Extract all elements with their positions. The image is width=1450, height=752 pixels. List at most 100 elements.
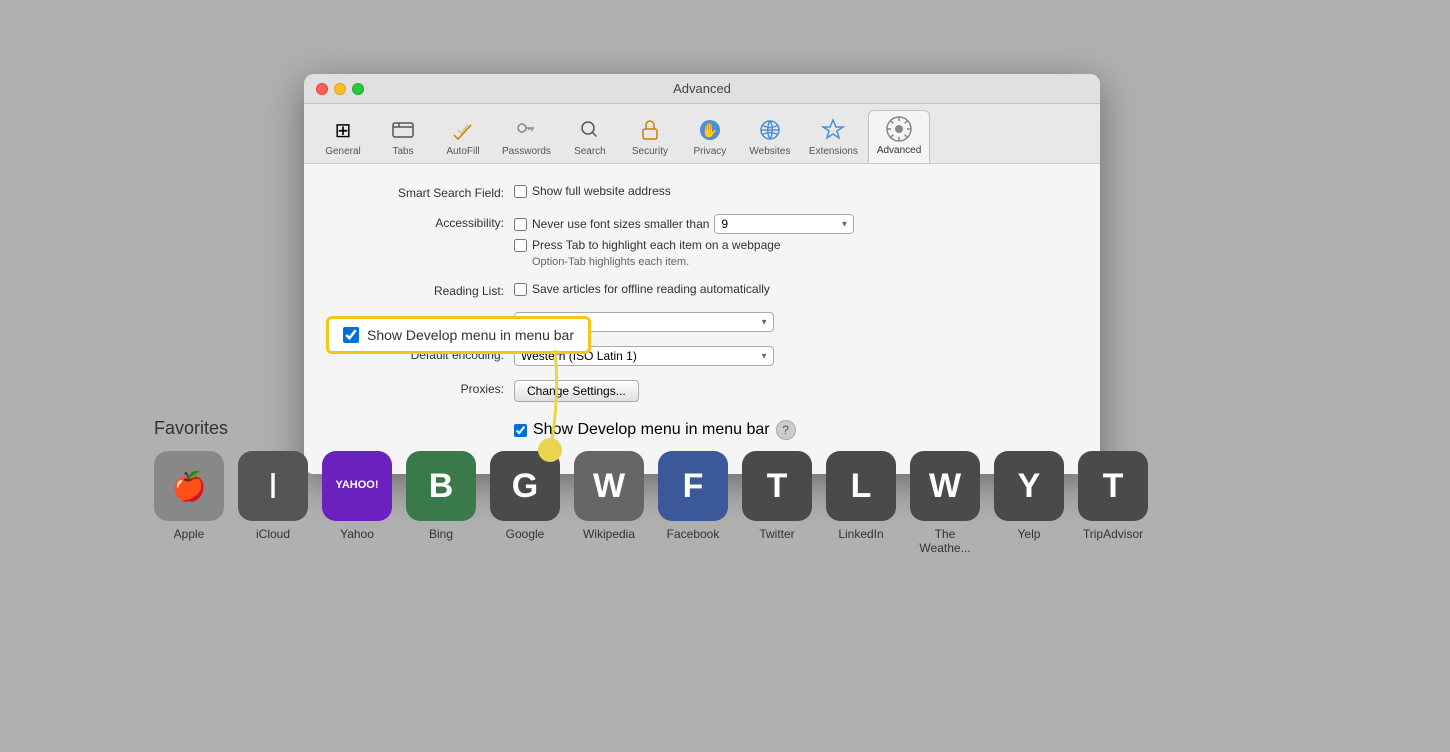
proxies-label: Proxies: (334, 380, 514, 396)
fav-yelp[interactable]: Y Yelp (994, 451, 1064, 555)
reading-list-option[interactable]: Save articles for offline reading automa… (514, 282, 770, 296)
reading-list-control: Save articles for offline reading automa… (514, 282, 770, 296)
tab-tabs[interactable]: Tabs (374, 112, 432, 163)
favorites-grid: 🍎 Apple I iCloud YAHOO! Yahoo (154, 451, 1104, 555)
reading-list-checkbox[interactable] (514, 283, 527, 296)
accessibility-option2[interactable]: Press Tab to highlight each item on a we… (514, 238, 854, 252)
accessibility-control: Never use font sizes smaller than 9 Pres… (514, 214, 854, 268)
desktop: Advanced ⊞ General Tabs (0, 0, 1450, 752)
safari-window: Advanced ⊞ General Tabs (304, 74, 1100, 474)
fav-facebook[interactable]: F Facebook (658, 451, 728, 555)
fav-yelp-icon: Y (994, 451, 1064, 521)
fav-wikipedia[interactable]: W Wikipedia (574, 451, 644, 555)
fav-yahoo[interactable]: YAHOO! Yahoo (322, 451, 392, 555)
reading-list-row: Reading List: Save articles for offline … (334, 282, 1070, 298)
minimize-button[interactable] (334, 83, 346, 95)
reading-list-label: Reading List: (334, 282, 514, 298)
highlight-box: Show Develop menu in menu bar (326, 316, 591, 354)
proxies-control: Change Settings... (514, 380, 639, 402)
tab-security[interactable]: Security (621, 112, 679, 163)
autofill-label: AutoFill (446, 146, 479, 157)
favorites-section: Favorites 🍎 Apple I iCloud (154, 418, 1104, 555)
fav-apple-icon: 🍎 (154, 451, 224, 521)
tabs-label: Tabs (392, 146, 413, 157)
accessibility-hint: Option-Tab highlights each item. (532, 256, 854, 268)
maximize-button[interactable] (352, 83, 364, 95)
accessibility-tab-checkbox[interactable] (514, 239, 527, 252)
fav-tripadvisor[interactable]: T TripAdvisor (1078, 451, 1148, 555)
highlighted-label: Show Develop menu in menu bar (367, 327, 574, 343)
fav-weather-icon: W (910, 451, 980, 521)
advanced-icon (885, 115, 913, 143)
tab-passwords[interactable]: Passwords (494, 112, 559, 163)
extensions-label: Extensions (809, 146, 858, 157)
tab-search[interactable]: Search (561, 112, 619, 163)
toolbar: ⊞ General Tabs (304, 104, 1100, 164)
fav-tripadvisor-label: TripAdvisor (1083, 527, 1143, 541)
fav-facebook-label: Facebook (667, 527, 720, 541)
search-label: Search (574, 146, 606, 157)
accessibility-fontsize-checkbox[interactable] (514, 218, 527, 231)
fav-icloud[interactable]: I iCloud (238, 451, 308, 555)
proxies-row: Proxies: Change Settings... (334, 380, 1070, 402)
accessibility-option1[interactable]: Never use font sizes smaller than 9 (514, 214, 854, 234)
traffic-lights (316, 83, 364, 95)
advanced-label: Advanced (877, 145, 921, 156)
change-settings-button[interactable]: Change Settings... (514, 380, 639, 402)
websites-label: Websites (749, 146, 790, 157)
fav-bing-label: Bing (429, 527, 453, 541)
fav-google[interactable]: G Google (490, 451, 560, 555)
fav-linkedin[interactable]: L LinkedIn (826, 451, 896, 555)
fav-yahoo-icon: YAHOO! (322, 451, 392, 521)
tab-websites[interactable]: Websites (741, 112, 799, 163)
fav-yahoo-label: Yahoo (340, 527, 374, 541)
tabs-icon (389, 116, 417, 144)
passwords-icon (512, 116, 540, 144)
title-bar: Advanced (304, 74, 1100, 104)
smart-search-checkbox[interactable] (514, 185, 527, 198)
smart-search-option[interactable]: Show full website address (514, 184, 671, 198)
fav-linkedin-icon: L (826, 451, 896, 521)
fav-apple-label: Apple (174, 527, 205, 541)
general-label: General (325, 146, 361, 157)
privacy-label: Privacy (694, 146, 727, 157)
window-title: Advanced (673, 81, 731, 96)
accessibility-row: Accessibility: Never use font sizes smal… (334, 214, 1070, 268)
fav-weather[interactable]: W The Weathe... (910, 451, 980, 555)
autofill-icon (449, 116, 477, 144)
search-icon (576, 116, 604, 144)
tab-extensions[interactable]: Extensions (801, 112, 866, 163)
tab-general[interactable]: ⊞ General (314, 112, 372, 163)
smart-search-row: Smart Search Field: Show full website ad… (334, 184, 1070, 200)
fav-tripadvisor-icon: T (1078, 451, 1148, 521)
fav-google-icon: G (490, 451, 560, 521)
fav-google-label: Google (506, 527, 545, 541)
websites-icon (756, 116, 784, 144)
highlighted-checkbox[interactable] (343, 327, 359, 343)
font-size-select[interactable]: 9 (714, 214, 854, 234)
fav-apple[interactable]: 🍎 Apple (154, 451, 224, 555)
general-icon: ⊞ (329, 116, 357, 144)
fav-linkedin-label: LinkedIn (838, 527, 883, 541)
fav-icloud-label: iCloud (256, 527, 290, 541)
fav-bing-icon: B (406, 451, 476, 521)
privacy-icon: ✋ (696, 116, 724, 144)
tab-privacy[interactable]: ✋ Privacy (681, 112, 739, 163)
svg-text:🍎: 🍎 (172, 469, 207, 503)
svg-text:✋: ✋ (701, 122, 718, 138)
favorites-title: Favorites (154, 418, 1104, 439)
tab-advanced[interactable]: Advanced (868, 110, 930, 163)
security-label: Security (632, 146, 668, 157)
fav-twitter-icon: T (742, 451, 812, 521)
tab-autofill[interactable]: AutoFill (434, 112, 492, 163)
fav-bing[interactable]: B Bing (406, 451, 476, 555)
font-size-select-wrapper: 9 (714, 214, 854, 234)
extensions-icon (819, 116, 847, 144)
close-button[interactable] (316, 83, 328, 95)
fav-icloud-icon: I (238, 451, 308, 521)
accessibility-label: Accessibility: (334, 214, 514, 230)
fav-wikipedia-label: Wikipedia (583, 527, 635, 541)
fav-twitter[interactable]: T Twitter (742, 451, 812, 555)
fav-wikipedia-icon: W (574, 451, 644, 521)
fav-twitter-label: Twitter (759, 527, 794, 541)
